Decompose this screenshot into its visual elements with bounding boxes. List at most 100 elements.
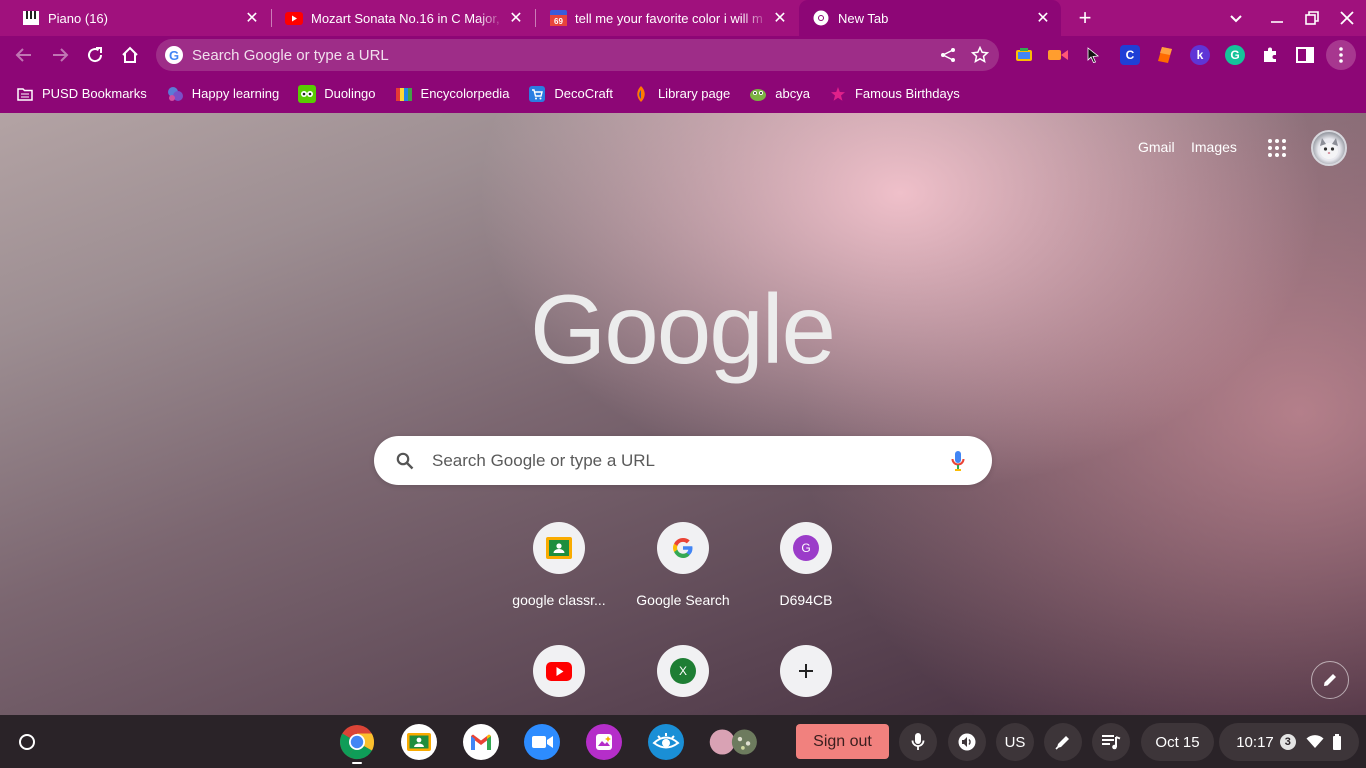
bookmark-decocraft[interactable]: DecoCraft xyxy=(528,85,613,103)
media-controls-button[interactable] xyxy=(1092,723,1130,761)
more-vert-icon xyxy=(1339,47,1343,63)
extension-c-icon[interactable]: C xyxy=(1120,45,1140,65)
tab-title: Piano (16) xyxy=(48,10,108,26)
chevron-down-icon xyxy=(1230,15,1242,23)
extension-video-icon[interactable] xyxy=(1048,45,1068,65)
bookmark-label: PUSD Bookmarks xyxy=(42,86,147,101)
shelf: Sign out US Oct 15 10:17 3 xyxy=(0,715,1366,768)
close-icon xyxy=(1340,11,1354,25)
bookmark-star-icon[interactable] xyxy=(967,42,993,68)
ime-button[interactable]: US xyxy=(996,723,1034,761)
close-icon[interactable]: ✕ xyxy=(506,8,526,28)
status-tray[interactable]: 10:17 3 xyxy=(1219,723,1359,761)
calendar-icon: 69 xyxy=(549,10,567,26)
extension-grammarly-icon[interactable]: G xyxy=(1225,45,1245,65)
chrome-icon xyxy=(812,10,830,26)
gmail-app-icon[interactable] xyxy=(463,724,499,760)
google-apps-icon[interactable] xyxy=(1264,135,1290,161)
letter-avatar: X xyxy=(670,658,696,684)
bookmark-encycolorpedia[interactable]: Encycolorpedia xyxy=(395,85,509,103)
back-button[interactable] xyxy=(10,41,38,69)
forward-arrow-icon xyxy=(53,48,69,62)
tab-piano[interactable]: Piano (16) ✕ xyxy=(0,0,270,36)
folder-icon xyxy=(16,85,34,103)
reload-button[interactable] xyxy=(81,41,109,69)
bookmark-label: abcya xyxy=(775,86,810,101)
sign-out-button[interactable]: Sign out xyxy=(796,724,889,759)
minimize-button[interactable] xyxy=(1263,4,1291,32)
bookmark-pusd[interactable]: PUSD Bookmarks xyxy=(16,85,147,103)
chrome-menu-button[interactable] xyxy=(1326,40,1356,70)
running-indicator xyxy=(352,762,362,764)
bookmark-abcya[interactable]: abcya xyxy=(749,85,810,103)
bookmark-famous-birthdays[interactable]: Famous Birthdays xyxy=(829,85,960,103)
pencil-icon xyxy=(1324,674,1336,686)
images-link[interactable]: Images xyxy=(1191,139,1237,155)
eye-app-icon[interactable] xyxy=(648,724,684,760)
duolingo-icon xyxy=(298,84,317,103)
tab-favorite-color[interactable]: 69 tell me your favorite color i will m … xyxy=(536,0,798,36)
new-tab-button[interactable]: + xyxy=(1071,4,1099,32)
tab-new-tab[interactable]: New Tab ✕ xyxy=(799,0,1061,36)
bookmark-happy-learning[interactable]: Happy learning xyxy=(166,85,279,103)
user-avatars[interactable] xyxy=(709,724,765,760)
date-tray[interactable]: Oct 15 xyxy=(1141,723,1214,761)
shortcut-google-classroom[interactable]: google classr... xyxy=(503,522,615,622)
restore-button[interactable] xyxy=(1298,4,1326,32)
notification-badge: 3 xyxy=(1279,734,1296,750)
shortcut-google-search[interactable]: Google Search xyxy=(627,522,739,622)
stylus-button[interactable] xyxy=(1044,723,1082,761)
letter-avatar: G xyxy=(793,535,819,561)
youtube-icon xyxy=(285,10,303,26)
microphone-icon[interactable] xyxy=(946,449,970,473)
bookmark-label: Famous Birthdays xyxy=(854,86,960,101)
launcher-button[interactable] xyxy=(8,723,46,761)
microphone-button[interactable] xyxy=(899,723,937,761)
bookmarks-bar: PUSD Bookmarks Happy learning Duolingo E… xyxy=(0,74,1366,113)
bookmark-library-page[interactable]: Library page xyxy=(632,85,730,103)
extension-k-icon[interactable]: k xyxy=(1190,45,1210,65)
close-window-button[interactable] xyxy=(1333,4,1361,32)
search-placeholder: Search Google or type a URL xyxy=(432,450,656,470)
extensions-puzzle-icon[interactable] xyxy=(1260,45,1280,65)
home-icon xyxy=(122,46,138,63)
shortcut-d694cb[interactable]: G D694CB xyxy=(750,522,862,622)
shortcut-label: Google Search xyxy=(636,592,730,608)
avatar[interactable] xyxy=(1311,130,1347,166)
zoom-app-icon[interactable] xyxy=(524,724,560,760)
bookmark-label: Duolingo xyxy=(324,86,376,101)
side-panel-icon[interactable] xyxy=(1295,45,1315,65)
launcher-circle-icon xyxy=(19,734,35,750)
restore-icon xyxy=(1305,11,1319,25)
gmail-link[interactable]: Gmail xyxy=(1138,139,1175,155)
home-button[interactable] xyxy=(116,41,144,69)
google-logo-text: Google xyxy=(530,274,834,384)
extension-cursor-icon[interactable] xyxy=(1083,45,1103,65)
share-icon[interactable] xyxy=(935,42,961,68)
encycolorpedia-icon xyxy=(395,85,413,103)
extension-eraser-icon[interactable] xyxy=(1155,45,1175,65)
omnibox-placeholder: Search Google or type a URL xyxy=(192,46,389,64)
forward-button[interactable] xyxy=(46,41,74,69)
omnibox[interactable]: G Search Google or type a URL xyxy=(156,39,999,71)
extension-screenshot-icon[interactable] xyxy=(1014,45,1034,65)
classroom-app-icon[interactable] xyxy=(401,724,437,760)
svg-text:69: 69 xyxy=(554,17,563,26)
tab-search-button[interactable] xyxy=(1222,4,1250,32)
customize-button[interactable] xyxy=(1311,661,1349,699)
tab-strip: Piano (16) ✕ Mozart Sonata No.16 in C Ma… xyxy=(0,0,1366,36)
chrome-app-icon[interactable] xyxy=(339,724,375,760)
tab-title: New Tab xyxy=(838,10,889,26)
select-to-speak-icon xyxy=(958,733,976,751)
tab-title: Mozart Sonata No.16 in C Major, xyxy=(311,10,500,26)
ntp-search-box[interactable]: Search Google or type a URL xyxy=(374,436,992,485)
bookmark-duolingo[interactable]: Duolingo xyxy=(298,84,376,103)
close-icon[interactable]: ✕ xyxy=(770,8,790,28)
google-g-icon xyxy=(657,522,709,574)
close-icon[interactable]: ✕ xyxy=(242,8,262,28)
tab-youtube-mozart[interactable]: Mozart Sonata No.16 in C Major, ✕ xyxy=(272,0,534,36)
close-icon[interactable]: ✕ xyxy=(1033,8,1053,28)
reload-icon xyxy=(88,47,103,63)
select-to-speak-button[interactable] xyxy=(948,723,986,761)
gallery-app-icon[interactable] xyxy=(586,724,622,760)
